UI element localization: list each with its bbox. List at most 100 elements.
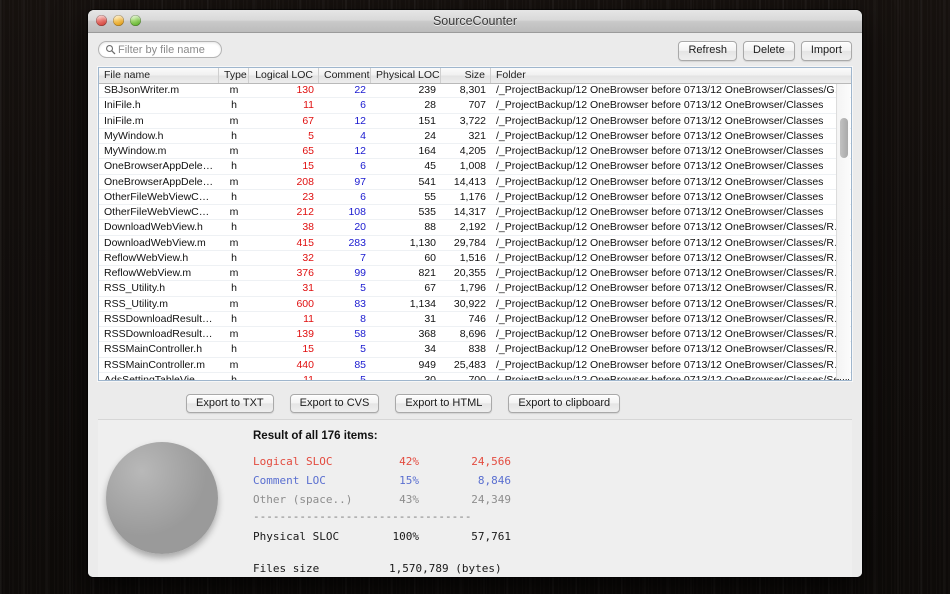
cell-name: RSSDownloadResult…: [104, 328, 213, 340]
cell-physical: 535: [418, 206, 436, 218]
export-html-button[interactable]: Export to HTML: [395, 394, 493, 413]
cell-type: h: [231, 343, 237, 356]
cell-comment: 85: [354, 358, 366, 371]
search-field[interactable]: [98, 41, 222, 58]
table-row[interactable]: RSSDownloadResult… h 11 8 31 746 /_ProjectBack…: [99, 312, 851, 327]
delete-button[interactable]: Delete: [743, 41, 795, 61]
summary-percent-other: 43%: [399, 493, 419, 506]
table-row[interactable]: RSS_Utility.m m 600 83 1,134 30,922 /_ProjectB…: [99, 297, 851, 312]
column-header-type[interactable]: Type: [219, 68, 249, 83]
table-row[interactable]: ReflowWebView.m m 376 99 821 20,355 /_ProjectB…: [99, 266, 851, 282]
cell-name: OtherFileWebViewC…: [104, 206, 210, 218]
table-row[interactable]: RSSMainController.m m 440 85 949 25,483 /_Proj…: [99, 358, 851, 373]
cell-folder: /_ProjectBackup/12 OneBrowser before 071…: [496, 160, 824, 173]
cell-comment: 5: [360, 343, 366, 356]
cell-comment: 99: [354, 267, 366, 279]
cell-physical: 60: [424, 251, 436, 264]
table-row[interactable]: OtherFileWebViewC… m 212 108 535 14,317 /_Proj…: [99, 205, 851, 221]
scrollbar-thumb[interactable]: [840, 118, 848, 158]
cell-size: 1,796: [459, 282, 486, 295]
column-header-name[interactable]: File name: [99, 68, 219, 83]
summary-row-other: Other (space..) 43% 24,349: [253, 490, 511, 509]
cell-type: m: [229, 297, 239, 310]
cell-folder: /_ProjectBackup/12 OneBrowser before 071…: [496, 175, 824, 188]
column-header-folder[interactable]: Folder: [491, 68, 849, 83]
table-row[interactable]: IniFile.h h 11 6 28 707 /_ProjectBackup/12 One…: [99, 98, 851, 114]
file-table[interactable]: File name Type Logical LOC Comment Physi…: [98, 67, 852, 381]
export-clipboard-button[interactable]: Export to clipboard: [508, 394, 621, 413]
cell-logical: 15: [302, 343, 314, 356]
table-row[interactable]: MyWindow.m m 65 12 164 4,205 /_ProjectBackup/1…: [99, 144, 851, 160]
table-body: SBJsonWriter.m m 130 22 239 8,301 /_ProjectBac…: [99, 83, 851, 380]
table-row[interactable]: RSS_Utility.h h 31 5 67 1,796 /_ProjectBackup/…: [99, 281, 851, 297]
cell-type: h: [231, 129, 237, 142]
search-icon: [106, 45, 116, 55]
refresh-button[interactable]: Refresh: [678, 41, 738, 61]
cell-size: 20,355: [453, 267, 486, 279]
table-row[interactable]: IniFile.m m 67 12 151 3,722 /_ProjectBackup/12…: [99, 114, 851, 129]
cell-physical: 24: [424, 129, 436, 142]
cell-physical: 1,130: [409, 236, 436, 249]
export-button-group: Export to TXT Export to CVS Export to HT…: [186, 394, 621, 413]
column-header-physical[interactable]: Physical LOC: [371, 68, 441, 83]
cell-logical: 415: [296, 236, 314, 249]
column-header-size[interactable]: Size: [441, 68, 491, 83]
cell-type: h: [231, 373, 237, 380]
column-header-comment[interactable]: Comment: [319, 68, 371, 83]
cell-name: DownloadWebView.h: [104, 221, 203, 234]
cell-size: 29,784: [453, 236, 486, 249]
table-row[interactable]: DownloadWebView.m m 415 283 1,130 29,784 /_Pro…: [99, 236, 851, 251]
cell-folder: /_ProjectBackup/12 OneBrowser before 071…: [496, 282, 845, 295]
cell-size: 707: [468, 99, 486, 112]
export-cvs-button[interactable]: Export to CVS: [289, 394, 380, 413]
cell-logical: 23: [302, 190, 314, 203]
cell-logical: 11: [303, 99, 314, 112]
table-header-row: File name Type Logical LOC Comment Physi…: [99, 68, 851, 84]
cell-logical: 65: [302, 145, 314, 157]
cell-type: m: [229, 114, 239, 127]
cell-size: 14,413: [453, 175, 486, 188]
cell-physical: 88: [424, 221, 436, 234]
cell-folder: /_ProjectBackup/12 OneBrowser before 071…: [496, 190, 824, 203]
cell-physical: 55: [424, 190, 436, 203]
export-txt-button[interactable]: Export to TXT: [186, 394, 274, 413]
cell-size: 8,696: [459, 328, 486, 340]
table-row[interactable]: RSSMainController.h h 15 5 34 838 /_ProjectBac…: [99, 342, 851, 358]
cell-physical: 1,134: [409, 297, 436, 310]
cell-folder: /_ProjectBackup/12 OneBrowser before 071…: [496, 251, 845, 264]
window-titlebar[interactable]: SourceCounter: [88, 10, 862, 33]
table-row[interactable]: AdsSettingTableVie… h 11 5 30 700 /_ProjectBac…: [99, 373, 851, 380]
cell-logical: 600: [296, 297, 314, 310]
summary-percent-logical: 42%: [399, 455, 419, 468]
cell-comment: 6: [360, 99, 366, 112]
cell-folder: /_ProjectBackup/12 OneBrowser before 071…: [496, 99, 824, 112]
table-row[interactable]: ReflowWebView.h h 32 7 60 1,516 /_ProjectBacku…: [99, 251, 851, 266]
table-row[interactable]: MyWindow.h h 5 4 24 321 /_ProjectBackup/12 One…: [99, 129, 851, 144]
table-row[interactable]: SBJsonWriter.m m 130 22 239 8,301 /_ProjectBac…: [99, 83, 851, 99]
table-row[interactable]: OneBrowserAppDele… h 15 6 45 1,008 /_ProjectBa…: [99, 159, 851, 175]
cell-folder: /_ProjectBackup/12 OneBrowser before 071…: [496, 206, 824, 218]
cell-logical: 208: [296, 175, 314, 188]
cell-folder: /_ProjectBackup/12 OneBrowser before 071…: [496, 145, 824, 157]
cell-logical: 212: [296, 206, 314, 218]
column-header-logical[interactable]: Logical LOC: [249, 68, 319, 83]
table-row[interactable]: OtherFileWebViewC… h 23 6 55 1,176 /_ProjectBa…: [99, 190, 851, 205]
cell-type: m: [229, 267, 239, 279]
summary-label-physical: Physical SLOC: [253, 530, 340, 543]
import-button[interactable]: Import: [800, 41, 852, 61]
cell-comment: 83: [354, 297, 366, 310]
cell-type: h: [231, 99, 237, 112]
cell-physical: 30: [424, 373, 436, 380]
cell-logical: 11: [303, 373, 314, 380]
table-vertical-scrollbar[interactable]: [836, 84, 850, 379]
summary-value-files-size: 1,570,789 (bytes): [389, 562, 502, 575]
cell-physical: 67: [424, 282, 436, 295]
window-body: Refresh Delete Import File name Type Log…: [88, 33, 862, 577]
table-row[interactable]: RSSDownloadResult… m 139 58 368 8,696 /_Projec…: [99, 327, 851, 343]
cell-type: h: [231, 312, 237, 325]
cell-size: 8,301: [459, 84, 486, 96]
table-row[interactable]: DownloadWebView.h h 38 20 88 2,192 /_ProjectBa…: [99, 220, 851, 236]
search-input[interactable]: [118, 43, 215, 56]
cell-comment: 6: [360, 160, 366, 173]
table-row[interactable]: OneBrowserAppDele… m 208 97 541 14,413 /_Proje…: [99, 175, 851, 190]
